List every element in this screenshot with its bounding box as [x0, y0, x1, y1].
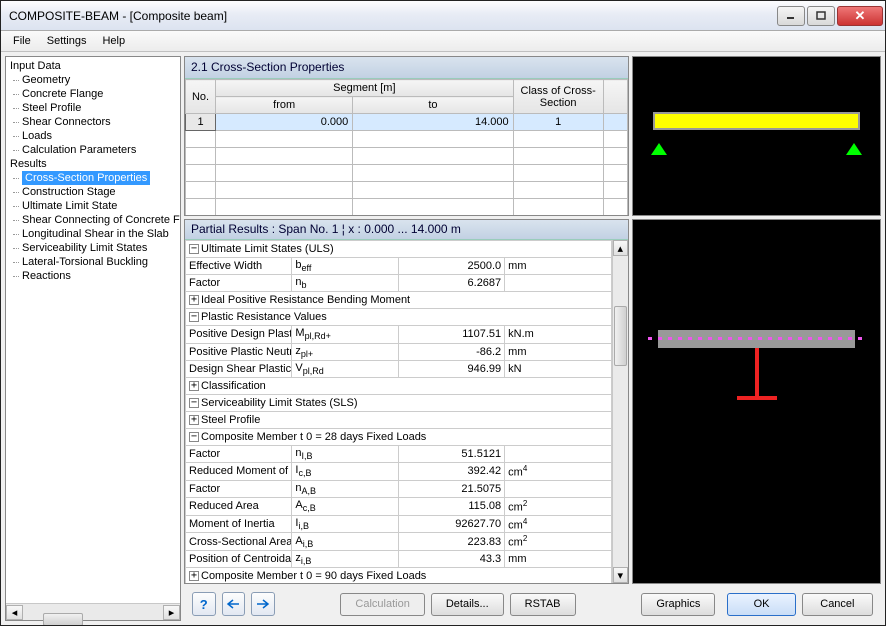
col-from: from	[216, 97, 353, 114]
scroll-thumb[interactable]	[43, 613, 83, 625]
tree-geometry[interactable]: Geometry	[8, 73, 178, 87]
rstab-button[interactable]: RSTAB	[510, 593, 576, 616]
tree-shear-connecting[interactable]: Shear Connecting of Concrete Flange	[8, 213, 178, 227]
row-ideal-pos[interactable]: +Ideal Positive Resistance Bending Momen…	[186, 292, 612, 309]
row-steel-profile[interactable]: +Steel Profile	[186, 411, 612, 428]
flange-graphic	[737, 396, 777, 400]
row-uls[interactable]: −Ultimate Limit States (ULS)	[186, 241, 612, 258]
partial-results-title: Partial Results : Span No. 1 ¦ x : 0.000…	[185, 220, 628, 240]
tree-cs-properties[interactable]: Cross-Section Properties	[22, 171, 150, 185]
col-to: to	[353, 97, 513, 114]
tree-construction-stage[interactable]: Construction Stage	[8, 185, 178, 199]
cancel-button[interactable]: Cancel	[802, 593, 873, 616]
cs-properties-panel: 2.1 Cross-Section Properties No. Segment…	[184, 56, 629, 216]
scroll-left-icon[interactable]: ◂	[6, 605, 23, 620]
tree-concrete-flange[interactable]: Concrete Flange	[8, 87, 178, 101]
tree-results[interactable]: Results	[8, 157, 178, 171]
beam-elevation-view[interactable]	[632, 56, 881, 216]
results-vscroll[interactable]: ▴ ▾	[612, 240, 628, 583]
col-segment: Segment [m]	[216, 80, 514, 97]
graphics-button[interactable]: Graphics	[641, 593, 715, 616]
support-right-icon	[846, 143, 862, 155]
tree-calc-params[interactable]: Calculation Parameters	[8, 143, 178, 157]
beam-graphic	[653, 112, 860, 130]
menu-file[interactable]: File	[5, 33, 39, 49]
menu-help[interactable]: Help	[94, 33, 133, 49]
tree-shear-connectors[interactable]: Shear Connectors	[8, 115, 178, 129]
menu-settings[interactable]: Settings	[39, 33, 95, 49]
app-window: COMPOSITE-BEAM - [Composite beam] ✕ File…	[0, 0, 886, 626]
nav-tree[interactable]: Input Data Geometry Concrete Flange Stee…	[6, 57, 180, 603]
window-title: COMPOSITE-BEAM - [Composite beam]	[9, 9, 775, 23]
next-icon-button[interactable]	[251, 592, 275, 616]
results-table[interactable]: −Ultimate Limit States (ULS) Effective W…	[185, 240, 612, 583]
connector-dots	[648, 337, 865, 340]
tree-long-shear[interactable]: Longitudinal Shear in the Slab	[8, 227, 178, 241]
row-classif[interactable]: +Classification	[186, 377, 612, 394]
tree-loads[interactable]: Loads	[8, 129, 178, 143]
col-no: No.	[186, 80, 216, 114]
footer-bar: ? Calculation Details... RSTAB Graphics …	[184, 587, 881, 621]
partial-results-panel: Partial Results : Span No. 1 ¦ x : 0.000…	[184, 219, 629, 584]
vscroll-thumb[interactable]	[614, 306, 627, 366]
tree-steel-profile[interactable]: Steel Profile	[8, 101, 178, 115]
titlebar: COMPOSITE-BEAM - [Composite beam] ✕	[1, 1, 885, 31]
row-comp28[interactable]: −Composite Member t 0 = 28 days Fixed Lo…	[186, 428, 612, 445]
cs-grid[interactable]: No. Segment [m] Class of Cross-Section f…	[185, 79, 628, 215]
tree-ltb[interactable]: Lateral-Torsional Buckling	[8, 255, 178, 269]
ok-button[interactable]: OK	[727, 593, 795, 616]
tree-reactions[interactable]: Reactions	[8, 269, 178, 283]
scroll-right-icon[interactable]: ▸	[163, 605, 180, 620]
tree-input-data[interactable]: Input Data	[8, 59, 178, 73]
scroll-down-icon[interactable]: ▾	[613, 567, 628, 583]
support-left-icon	[651, 143, 667, 155]
grid-row-1[interactable]: 1 0.000 14.000 1	[186, 114, 628, 131]
tree-sls[interactable]: Serviceability Limit States	[8, 241, 178, 255]
maximize-button[interactable]	[807, 6, 835, 26]
col-class: Class of Cross-Section	[513, 80, 603, 114]
minimize-button[interactable]	[777, 6, 805, 26]
row-plastic[interactable]: −Plastic Resistance Values	[186, 309, 612, 326]
tree-hscroll[interactable]: ◂ ▸	[6, 603, 180, 620]
details-button[interactable]: Details...	[431, 593, 504, 616]
row-comp90[interactable]: +Composite Member t 0 = 90 days Fixed Lo…	[186, 568, 612, 583]
cs-props-title: 2.1 Cross-Section Properties	[185, 57, 628, 79]
row-sls[interactable]: −Serviceability Limit States (SLS)	[186, 394, 612, 411]
tree-uls[interactable]: Ultimate Limit State	[8, 199, 178, 213]
help-icon-button[interactable]: ?	[192, 592, 216, 616]
nav-tree-pane: Input Data Geometry Concrete Flange Stee…	[5, 56, 181, 621]
prev-icon-button[interactable]	[222, 592, 246, 616]
menubar: File Settings Help	[1, 31, 885, 52]
close-button[interactable]: ✕	[837, 6, 883, 26]
scroll-up-icon[interactable]: ▴	[613, 240, 628, 256]
cross-section-view[interactable]	[632, 219, 881, 584]
calculation-button: Calculation	[340, 593, 424, 616]
web-graphic	[755, 348, 759, 398]
